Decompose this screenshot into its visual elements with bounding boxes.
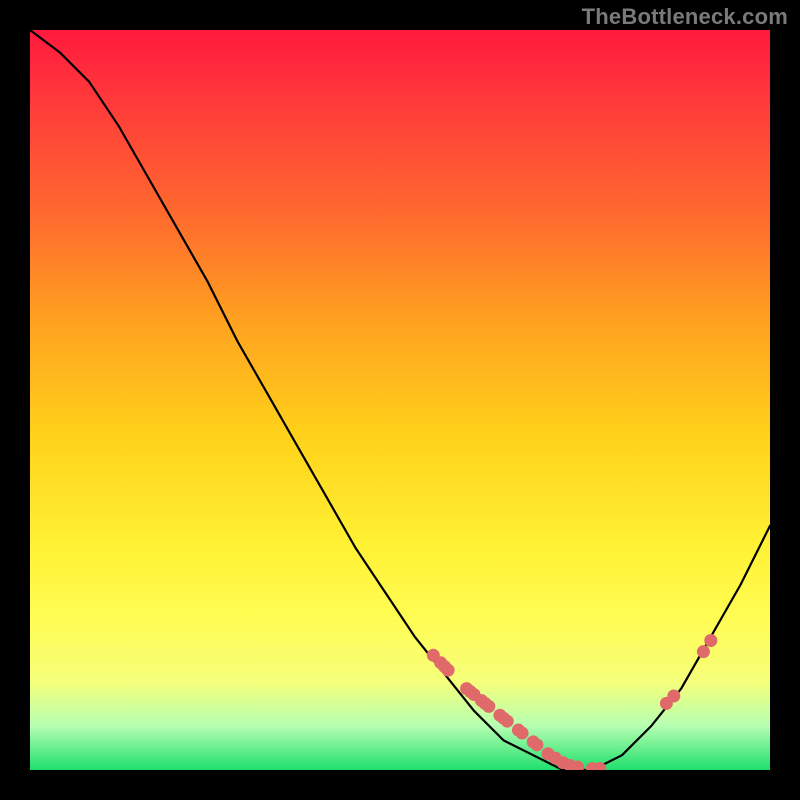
chart-stage: TheBottleneck.com xyxy=(0,0,800,800)
data-point xyxy=(516,727,529,740)
watermark-text: TheBottleneck.com xyxy=(582,4,788,30)
data-point xyxy=(697,645,710,658)
data-point xyxy=(667,690,680,703)
data-point xyxy=(442,664,455,677)
chart-overlay xyxy=(30,30,770,770)
data-point xyxy=(501,715,514,728)
plot-area xyxy=(30,30,770,770)
scatter-dots xyxy=(427,634,718,770)
data-point xyxy=(482,700,495,713)
bottleneck-curve xyxy=(30,30,770,770)
data-point xyxy=(530,738,543,751)
data-point xyxy=(704,634,717,647)
